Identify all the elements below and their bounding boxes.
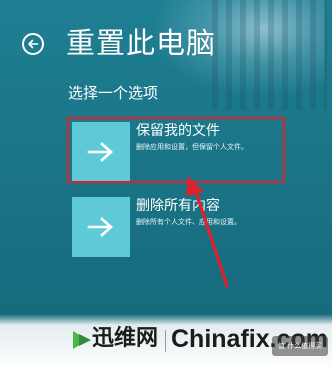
back-button[interactable] xyxy=(22,33,44,55)
arrow-right-icon xyxy=(87,217,113,237)
watermark-site-cn: 迅维网 xyxy=(92,326,159,351)
reset-pc-screen: 重置此电脑 选择一个选项 保留我的文件 删除应用和设置，但保留个人文件。 删除所… xyxy=(0,0,332,369)
option-tile[interactable] xyxy=(72,197,130,257)
highlight-annotation-box xyxy=(67,117,285,183)
red-pointer-arrow-icon xyxy=(186,176,229,288)
watermark-divider xyxy=(165,330,166,352)
back-arrow-icon xyxy=(28,39,39,49)
choose-option-subtitle: 选择一个选项 xyxy=(68,84,159,102)
chinafix-logo-icon xyxy=(73,331,91,349)
page-title: 重置此电脑 xyxy=(66,26,217,60)
watermark-stamp: 值 什么值得买 xyxy=(272,336,328,356)
window-reflection xyxy=(212,0,327,110)
